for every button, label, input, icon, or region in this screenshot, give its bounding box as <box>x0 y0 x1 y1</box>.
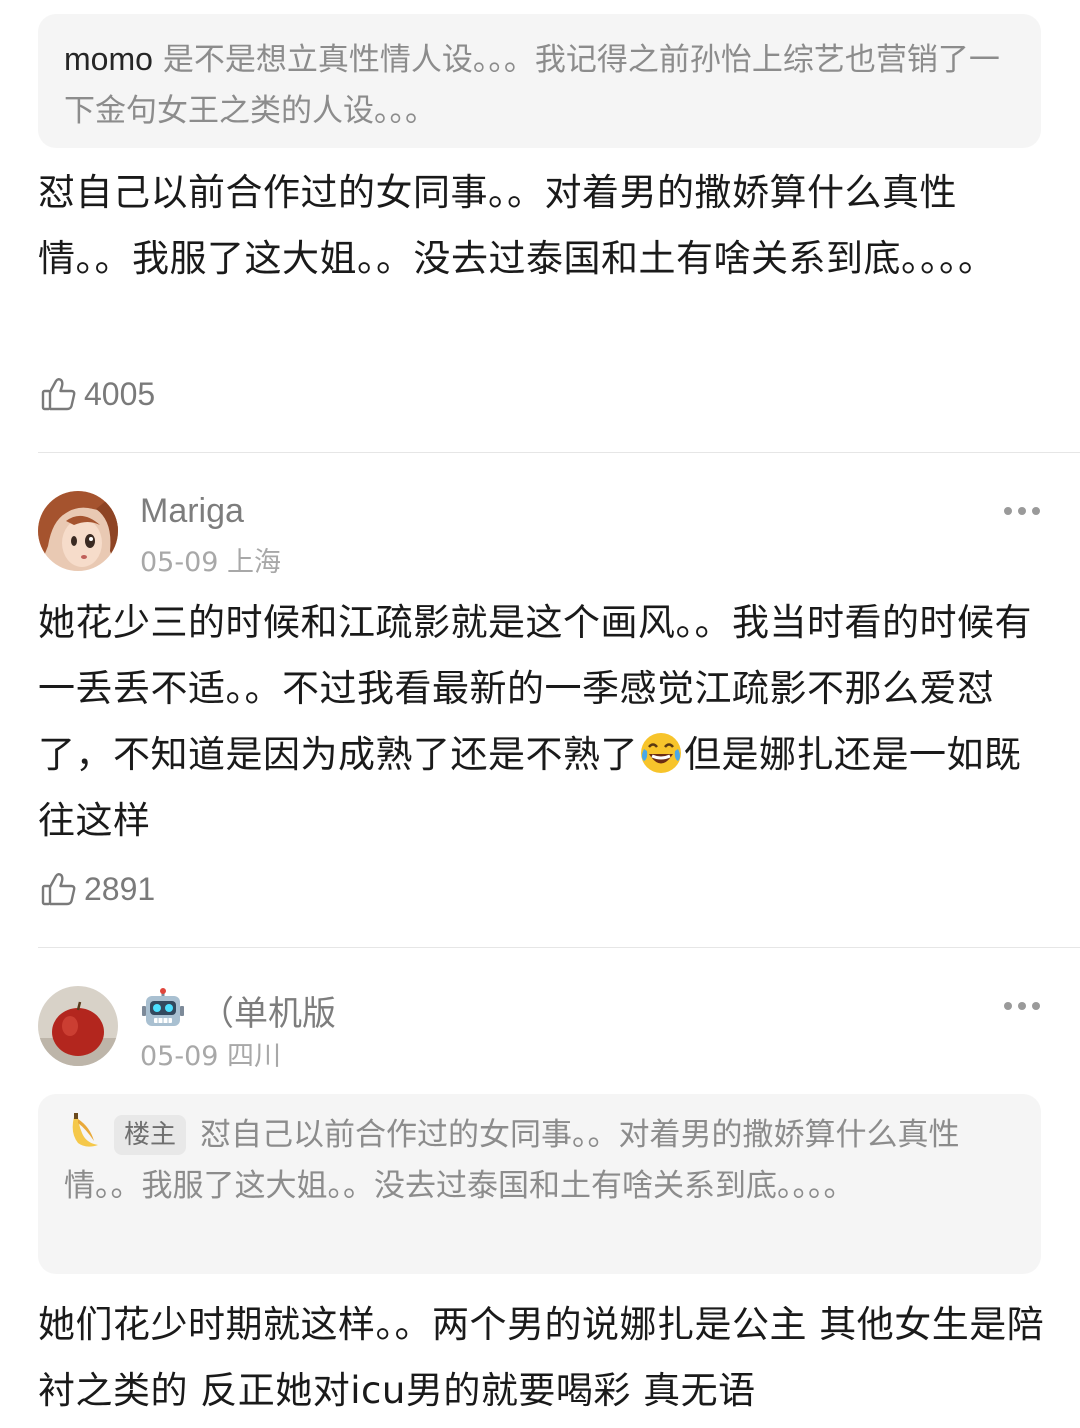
quoted-reply-text: 楼主 怼自己以前合作过的女同事。。对着男的撒娇算什么真性情。。我服了这大姐。。没去… <box>64 1110 1015 1212</box>
op-badge: 楼主 <box>114 1115 187 1155</box>
robot-icon <box>142 987 184 1026</box>
like-count: 4005 <box>84 375 156 412</box>
thumbs-up-icon <box>41 873 76 906</box>
quoted-username[interactable]: momo <box>64 41 153 77</box>
more-options-icon[interactable] <box>1004 1000 1040 1012</box>
divider <box>38 452 1080 453</box>
username[interactable]: Mariga <box>140 492 244 531</box>
comment-text: 她们花少时期就这样。。两个男的说娜扎是公主 其他女生是陪衬之类的 反正她对icu… <box>38 1303 1045 1412</box>
avatar[interactable] <box>38 491 118 571</box>
quoted-content: 是不是想立真性情人设。。。我记得之前孙怡上综艺也营销了一下金句女王之类的人设。。… <box>64 42 1000 129</box>
quoted-reply-box[interactable]: momo 是不是想立真性情人设。。。我记得之前孙怡上综艺也营销了一下金句女王之类的… <box>38 14 1041 148</box>
avatar[interactable] <box>38 986 118 1066</box>
username[interactable]: （单机版 <box>140 986 336 1035</box>
quoted-reply-box[interactable]: 楼主 怼自己以前合作过的女同事。。对着男的撒娇算什么真性情。。我服了这大姐。。没去… <box>38 1094 1041 1274</box>
username-text: （单机版 <box>200 995 336 1033</box>
more-options-icon[interactable] <box>1004 505 1040 517</box>
banana-icon <box>72 1113 98 1147</box>
comment-date-location: 05-09 上海 <box>140 547 282 578</box>
apple-avatar-image <box>38 986 118 1066</box>
divider <box>38 947 1080 948</box>
comment-text: 怼自己以前合作过的女同事。。对着男的撒娇算什么真性情。。我服了这大姐。。没去过泰… <box>38 171 996 280</box>
like-button[interactable]: 4005 <box>40 374 155 414</box>
laughing-tears-emoji-icon <box>641 733 681 773</box>
quoted-reply-text: momo 是不是想立真性情人设。。。我记得之前孙怡上综艺也营销了一下金句女王之类的… <box>64 34 1015 137</box>
like-button[interactable]: 2891 <box>40 869 155 909</box>
comment-date-location: 05-09 四川 <box>140 1041 282 1072</box>
quoted-content: 怼自己以前合作过的女同事。。对着男的撒娇算什么真性情。。我服了这大姐。。没去过泰… <box>64 1117 960 1204</box>
thumbs-up-icon <box>41 378 76 411</box>
anime-avatar-image <box>38 491 118 571</box>
comment-text: 她花少三的时候和江疏影就是这个画风。。我当时看的时候有一丢丢不适。。不过我看最新… <box>38 590 1048 854</box>
like-count: 2891 <box>84 870 156 907</box>
